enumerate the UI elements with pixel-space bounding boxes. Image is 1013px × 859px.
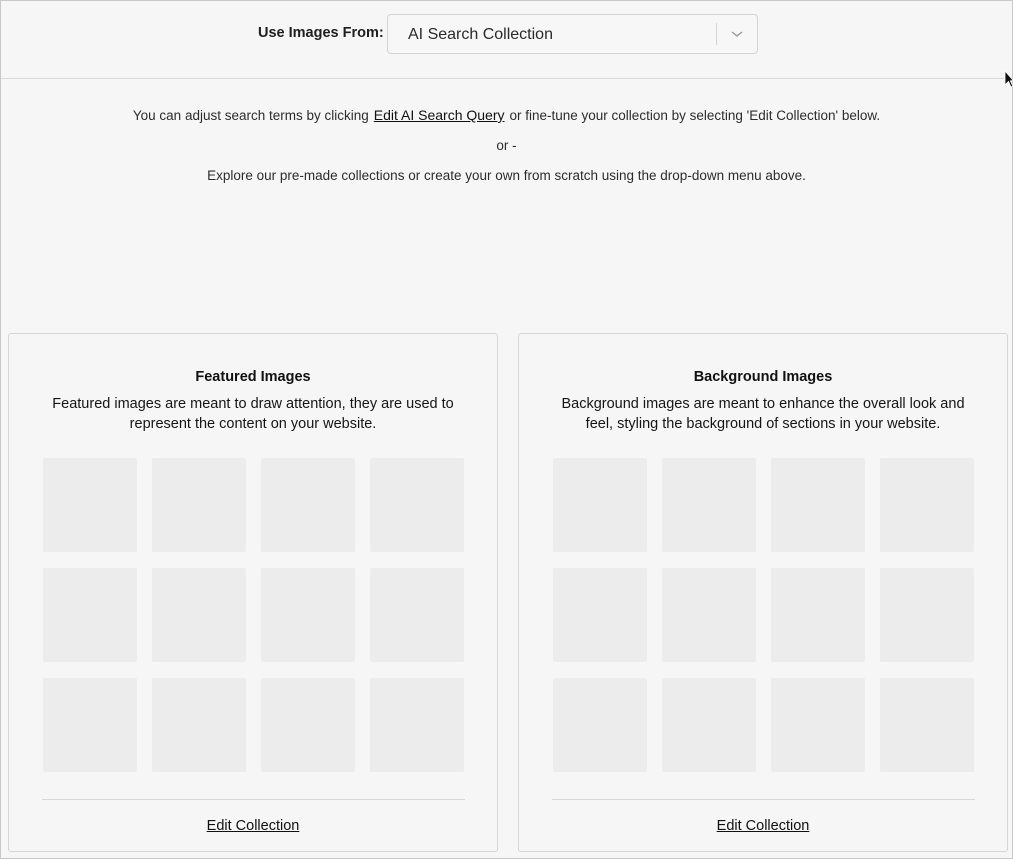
image-placeholder [662, 568, 756, 662]
image-placeholder [880, 568, 974, 662]
image-placeholder [261, 568, 355, 662]
image-placeholder [370, 678, 464, 772]
image-placeholder [152, 568, 246, 662]
image-placeholder [370, 458, 464, 552]
use-images-from-label: Use Images From: [258, 25, 384, 41]
image-placeholder [553, 458, 647, 552]
background-images-description: Background images are meant to enhance t… [561, 396, 965, 432]
image-placeholder [880, 678, 974, 772]
image-placeholder [261, 458, 355, 552]
edit-ai-search-query-link[interactable]: Edit AI Search Query [374, 107, 505, 123]
image-placeholder [152, 458, 246, 552]
image-source-selected-value: AI Search Collection [408, 26, 553, 43]
select-separator [716, 23, 717, 45]
image-placeholder [771, 458, 865, 552]
featured-images-panel: Featured Images Featured images are mean… [8, 333, 498, 852]
featured-edit-collection-link[interactable]: Edit Collection [9, 818, 497, 834]
instructions-text-before: You can adjust search terms by clicking [132, 108, 369, 123]
chevron-down-icon[interactable] [727, 25, 747, 43]
image-placeholder [662, 678, 756, 772]
explore-collections-text: Explore our pre-made collections or crea… [207, 168, 806, 183]
image-source-select[interactable]: AI Search Collection [387, 14, 758, 54]
image-placeholder [553, 678, 647, 772]
background-images-panel: Background Images Background images are … [518, 333, 1008, 852]
background-images-title: Background Images [693, 369, 833, 385]
featured-images-grid [43, 458, 466, 772]
image-placeholder [43, 568, 137, 662]
image-placeholder [553, 568, 647, 662]
image-placeholder [662, 458, 756, 552]
or-divider-text: or - [496, 138, 517, 153]
panel-divider [552, 799, 975, 800]
instructions-text-after: or fine-tune your collection by selectin… [509, 108, 881, 123]
image-placeholder [880, 458, 974, 552]
image-placeholder [43, 678, 137, 772]
adjust-search-instructions: You can adjust search terms by clicking E… [1, 107, 1012, 123]
image-placeholder [43, 458, 137, 552]
panel-divider [42, 799, 465, 800]
image-placeholder [370, 568, 464, 662]
image-source-header: Use Images From: AI Search Collection [1, 1, 1013, 88]
featured-images-title: Featured Images [195, 369, 311, 385]
background-images-grid [553, 458, 976, 772]
image-placeholder [771, 568, 865, 662]
image-placeholder [261, 678, 355, 772]
mouse-cursor-icon [1004, 69, 1013, 90]
background-edit-collection-link[interactable]: Edit Collection [519, 818, 1007, 834]
app-window: Use Images From: AI Search Collection Yo… [0, 0, 1013, 859]
image-placeholder [152, 678, 246, 772]
featured-images-description: Featured images are meant to draw attent… [52, 396, 454, 432]
image-placeholder [771, 678, 865, 772]
